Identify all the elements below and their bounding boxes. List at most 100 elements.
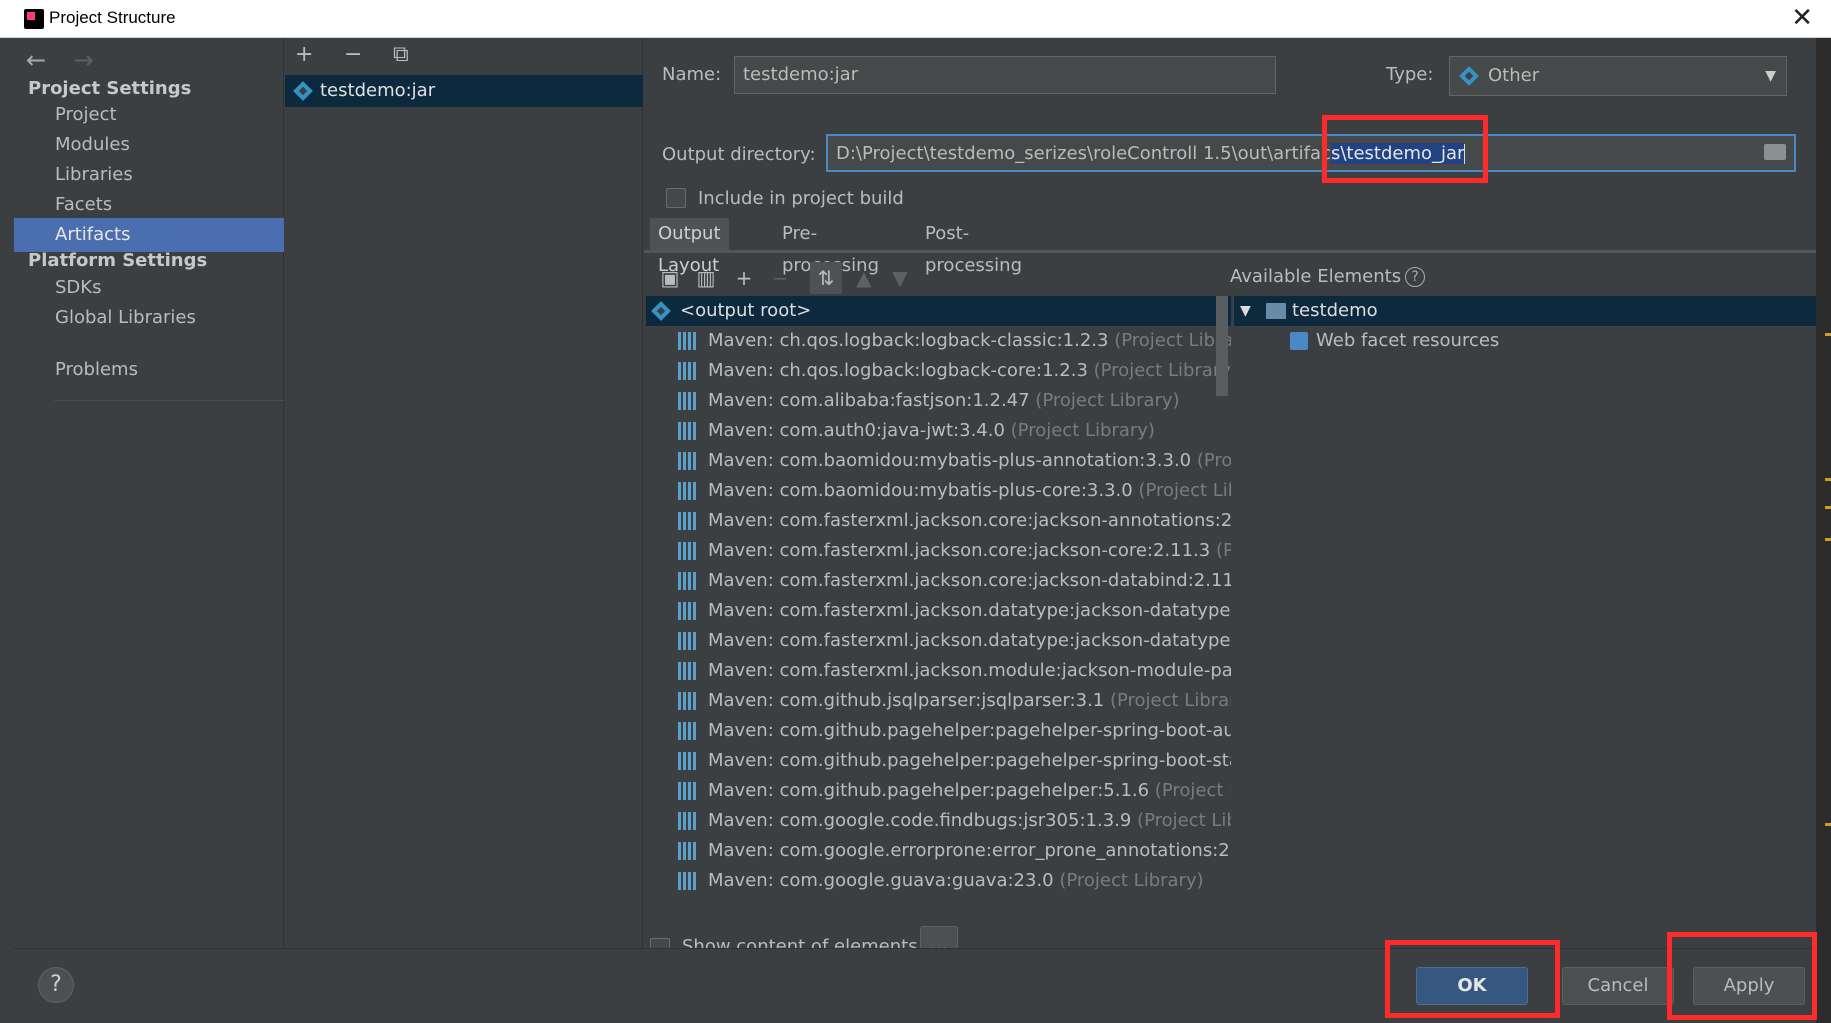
- help-button[interactable]: ?: [38, 967, 74, 1003]
- library-name: Maven: ch.qos.logback:logback-core:1.2.3: [708, 360, 1088, 381]
- available-module-node[interactable]: ▼ testdemo: [1234, 296, 1816, 326]
- library-icon: [678, 872, 698, 890]
- library-icon: [678, 482, 698, 500]
- help-icon[interactable]: ?: [1405, 267, 1426, 287]
- remove-element-icon[interactable]: −: [764, 262, 796, 294]
- copy-icon[interactable]: ⧉: [393, 42, 435, 67]
- library-row[interactable]: Maven: com.alibaba:fastjson:1.2.47 (Proj…: [646, 386, 1231, 416]
- library-row[interactable]: Maven: ch.qos.logback:logback-core:1.2.3…: [646, 356, 1231, 386]
- history-nav: ← →: [26, 46, 114, 74]
- artifacts-panel: + − ⧉ testdemo:jar: [285, 38, 643, 948]
- forward-arrow-icon[interactable]: →: [74, 46, 114, 74]
- library-scope: (Project Libi: [1154, 780, 1231, 801]
- library-scope: (Project Library): [1029, 390, 1180, 411]
- tree-scrollbar[interactable]: [1216, 296, 1228, 396]
- library-name: Maven: com.fasterxml.jackson.core:jackso…: [708, 510, 1231, 531]
- include-in-build-checkbox[interactable]: [666, 188, 686, 208]
- library-icon: [678, 362, 698, 380]
- library-row[interactable]: Maven: com.fasterxml.jackson.core:jackso…: [646, 566, 1231, 596]
- chevron-down-icon: ▼: [1765, 68, 1776, 84]
- type-dropdown[interactable]: Other ▼: [1449, 56, 1787, 96]
- library-icon: [678, 752, 698, 770]
- project-settings-heading: Project Settings: [28, 78, 192, 99]
- library-name: Maven: ch.qos.logback:logback-classic:1.…: [708, 330, 1109, 351]
- include-in-build-label: Include in project build: [698, 188, 904, 209]
- add-copy-icon[interactable]: +: [728, 262, 760, 294]
- browse-folder-icon[interactable]: [1764, 144, 1786, 160]
- library-name: Maven: com.google.guava:guava:23.0: [708, 870, 1054, 891]
- apply-button[interactable]: Apply: [1693, 967, 1805, 1005]
- library-icon: [678, 662, 698, 680]
- archive-icon[interactable]: ▥: [690, 262, 722, 294]
- library-row[interactable]: Maven: com.github.pagehelper:pagehelper:…: [646, 776, 1231, 806]
- library-icon: [678, 842, 698, 860]
- move-up-icon[interactable]: ▲: [848, 262, 880, 294]
- library-row[interactable]: Maven: ch.qos.logback:logback-classic:1.…: [646, 326, 1231, 356]
- library-row[interactable]: Maven: com.fasterxml.jackson.core:jackso…: [646, 506, 1231, 536]
- library-icon: [678, 722, 698, 740]
- library-row[interactable]: Maven: com.google.code.findbugs:jsr305:1…: [646, 806, 1231, 836]
- move-down-icon[interactable]: ▼: [884, 262, 916, 294]
- library-icon: [678, 602, 698, 620]
- output-path-selected: s\testdemo_jar: [1330, 143, 1465, 164]
- sidebar-item-libraries[interactable]: Libraries: [14, 158, 284, 192]
- remove-icon[interactable]: −: [344, 42, 386, 67]
- available-web-node[interactable]: Web facet resources: [1234, 326, 1816, 356]
- library-icon: [678, 422, 698, 440]
- cancel-button[interactable]: Cancel: [1562, 967, 1674, 1005]
- new-folder-icon[interactable]: ▣: [654, 262, 686, 294]
- library-row[interactable]: Maven: com.google.guava:guava:23.0 (Proj…: [646, 866, 1231, 896]
- available-elements-tree: ▼ testdemo Web facet resources: [1234, 296, 1816, 926]
- tab-output-layout[interactable]: Output Layout: [650, 218, 729, 276]
- library-row[interactable]: Maven: com.fasterxml.jackson.module:jack…: [646, 656, 1231, 686]
- available-module-label: testdemo: [1292, 300, 1378, 321]
- library-name: Maven: com.github.pagehelper:pagehelper-…: [708, 720, 1231, 741]
- library-row[interactable]: Maven: com.fasterxml.jackson.datatype:ja…: [646, 626, 1231, 656]
- output-root-node[interactable]: <output root>: [646, 296, 1231, 326]
- sidebar-item-project[interactable]: Project: [14, 98, 284, 132]
- library-icon: [678, 392, 698, 410]
- available-web-label: Web facet resources: [1316, 330, 1500, 351]
- artifact-item[interactable]: testdemo:jar: [285, 75, 643, 107]
- library-row[interactable]: Maven: com.google.errorprone:error_prone…: [646, 836, 1231, 866]
- sidebar-item-modules[interactable]: Modules: [14, 128, 284, 162]
- background-ide-edge: [1816, 38, 1831, 1023]
- library-name: Maven: com.fasterxml.jackson.core:jackso…: [708, 570, 1231, 591]
- library-row[interactable]: Maven: com.fasterxml.jackson.datatype:ja…: [646, 596, 1231, 626]
- output-root-icon: [651, 301, 671, 321]
- library-row[interactable]: Maven: com.github.pagehelper:pagehelper-…: [646, 716, 1231, 746]
- library-scope: (Project Library): [1109, 690, 1231, 711]
- ok-button[interactable]: OK: [1416, 967, 1528, 1005]
- library-scope: (Project Librar: [1137, 810, 1231, 831]
- library-name: Maven: com.auth0:java-jwt:3.4.0: [708, 420, 1005, 441]
- edge-marker: [1825, 333, 1831, 336]
- edge-marker: [1825, 823, 1831, 826]
- tab-post-processing[interactable]: Post-processing: [917, 218, 1030, 276]
- sidebar-item-global-libraries[interactable]: Global Libraries: [14, 301, 284, 335]
- output-directory-field[interactable]: D:\Project\testdemo_serizes\roleControll…: [826, 134, 1796, 172]
- platform-settings-heading: Platform Settings: [28, 250, 208, 271]
- library-name: Maven: com.fasterxml.jackson.core:jackso…: [708, 540, 1211, 561]
- library-name: Maven: com.google.code.findbugs:jsr305:1…: [708, 810, 1132, 831]
- title-bar: Project Structure ✕: [0, 0, 1831, 38]
- library-row[interactable]: Maven: com.fasterxml.jackson.core:jackso…: [646, 536, 1231, 566]
- sidebar-item-facets[interactable]: Facets: [14, 188, 284, 222]
- expand-arrow-icon[interactable]: ▼: [1240, 296, 1251, 326]
- library-row[interactable]: Maven: com.github.jsqlparser:jsqlparser:…: [646, 686, 1231, 716]
- library-scope: (Project Libra: [1138, 480, 1231, 501]
- artifact-icon: [293, 81, 313, 101]
- library-name: Maven: com.baomidou:mybatis-plus-core:3.…: [708, 480, 1133, 501]
- back-arrow-icon[interactable]: ←: [26, 46, 66, 74]
- close-icon[interactable]: ✕: [1791, 3, 1813, 33]
- sort-icon[interactable]: ⇅: [810, 262, 842, 294]
- library-row[interactable]: Maven: com.auth0:java-jwt:3.4.0 (Project…: [646, 416, 1231, 446]
- name-field[interactable]: testdemo:jar: [734, 56, 1276, 94]
- tab-pre-processing[interactable]: Pre-processing: [774, 218, 887, 276]
- library-row[interactable]: Maven: com.baomidou:mybatis-plus-annotat…: [646, 446, 1231, 476]
- sidebar-item-problems[interactable]: Problems: [14, 353, 284, 387]
- add-icon[interactable]: +: [295, 42, 337, 67]
- sidebar-item-sdks[interactable]: SDKs: [14, 271, 284, 305]
- library-row[interactable]: Maven: com.github.pagehelper:pagehelper-…: [646, 746, 1231, 776]
- sidebar-item-artifacts[interactable]: Artifacts: [14, 218, 284, 252]
- library-row[interactable]: Maven: com.baomidou:mybatis-plus-core:3.…: [646, 476, 1231, 506]
